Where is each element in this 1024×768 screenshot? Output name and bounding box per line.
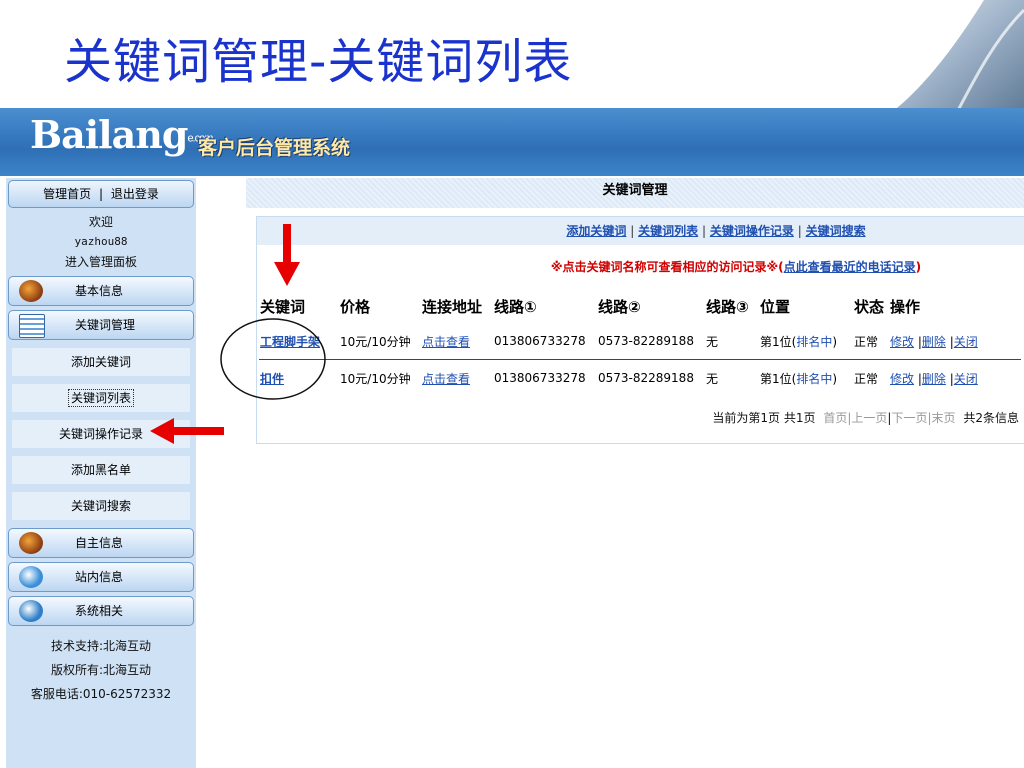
pager-last[interactable]: 末页: [932, 411, 956, 425]
enter-panel-link[interactable]: 进入管理面板: [6, 252, 196, 272]
table-row: 工程脚手架 10元/10分钟 点击查看 013806733278 0573-82…: [259, 323, 1021, 360]
pager-next[interactable]: 下一页: [891, 411, 927, 425]
col-keyword: 关键词: [260, 297, 306, 316]
col-line1: 线路①: [494, 297, 537, 316]
edit-link[interactable]: 修改: [890, 372, 914, 386]
col-line3: 线路③: [706, 297, 749, 316]
table-header-row: 关键词 价格 连接地址 线路① 线路② 线路③ 位置 状态 操作: [259, 289, 1021, 323]
close-link[interactable]: 关闭: [954, 335, 978, 349]
close-link[interactable]: 关闭: [954, 372, 978, 386]
pager-prev[interactable]: 上一页: [851, 411, 887, 425]
line1-cell: 013806733278: [494, 371, 586, 385]
keyword-search-link[interactable]: 关键词搜索: [806, 224, 866, 238]
slide-title: 关键词管理-关键词列表: [64, 34, 573, 90]
sidebar-item-keyword-list[interactable]: 关键词列表: [12, 384, 190, 412]
sidebar-section-system[interactable]: 系统相关: [8, 596, 194, 626]
col-line2: 线路②: [598, 297, 641, 316]
sidebar-item-add-keyword[interactable]: 添加关键词: [12, 348, 190, 376]
self-info-icon: [19, 532, 43, 554]
sidebar: 管理首页 | 退出登录 欢迎 yazhou88 进入管理面板 基本信息 关键词管…: [6, 178, 196, 768]
keyword-list-link[interactable]: 关键词列表: [638, 224, 698, 238]
basic-info-icon: [19, 280, 43, 302]
status-cell: 正常: [854, 371, 879, 386]
home-link[interactable]: 管理首页: [43, 187, 91, 201]
position-cell: 第1位(排名中): [760, 371, 838, 386]
keyword-log-link[interactable]: 关键词操作记录: [710, 224, 794, 238]
content-header-title: 关键词管理: [246, 178, 1024, 208]
line2-cell: 0573-82289188: [597, 323, 705, 360]
edit-link[interactable]: 修改: [890, 335, 914, 349]
pager-total: 共2条信息: [963, 411, 1019, 425]
phone-records-link[interactable]: 点此查看最近的电话记录: [784, 260, 916, 274]
keyword-table: 关键词 价格 连接地址 线路① 线路② 线路③ 位置 状态 操作 工程脚手架 1…: [259, 289, 1021, 396]
system-icon: [19, 600, 43, 622]
price-cell: 10元/10分钟: [340, 371, 411, 386]
table-row: 扣件 10元/10分钟 点击查看 013806733278 0573-82289…: [259, 360, 1021, 397]
phone-text: 客服电话:010-62572332: [30, 687, 172, 701]
col-status: 状态: [854, 297, 885, 316]
col-position: 位置: [760, 297, 791, 316]
sidebar-section-keyword-mgmt[interactable]: 关键词管理: [8, 310, 194, 340]
col-actions: 操作: [890, 297, 921, 316]
sidebar-item-keyword-search[interactable]: 关键词搜索: [12, 492, 190, 520]
delete-link[interactable]: 删除: [922, 372, 946, 386]
bailange-logo: Bailange.com: [30, 112, 213, 157]
site-info-icon: [19, 566, 43, 588]
support-text: 技术支持:北海互动: [50, 639, 152, 653]
welcome-text: 欢迎: [88, 215, 113, 229]
status-cell: 正常: [853, 323, 889, 360]
logout-link[interactable]: 退出登录: [111, 187, 159, 201]
add-keyword-link[interactable]: 添加关键词: [566, 224, 626, 238]
notice-row: ※点击关键词名称可查看相应的访问记录※(点此查看最近的电话记录): [550, 260, 922, 274]
view-url-link[interactable]: 点击查看: [422, 335, 470, 349]
keyword-links-row: 添加关键词 | 关键词列表 | 关键词操作记录 | 关键词搜索: [257, 217, 1024, 245]
actions-cell: 修改 |删除 |关闭: [890, 371, 978, 386]
sidebar-section-site-info[interactable]: 站内信息: [8, 562, 194, 592]
delete-link[interactable]: 删除: [922, 335, 946, 349]
copyright-text: 版权所有:北海互动: [50, 663, 152, 677]
decorative-swoosh: [884, 0, 1024, 118]
app-name: 客户后台管理系统: [198, 137, 351, 159]
col-url: 连接地址: [422, 297, 483, 316]
col-price: 价格: [340, 297, 371, 316]
sidebar-item-keyword-log[interactable]: 关键词操作记录: [12, 420, 190, 448]
pager-first[interactable]: 首页: [823, 411, 847, 425]
sidebar-section-self-info[interactable]: 自主信息: [8, 528, 194, 558]
keyword-link[interactable]: 工程脚手架: [260, 335, 320, 349]
sidebar-section-basic-info[interactable]: 基本信息: [8, 276, 194, 306]
line1-cell: 013806733278: [493, 323, 597, 360]
position-cell: 第1位(排名中): [759, 323, 853, 360]
actions-cell: 修改 |删除 |关闭: [889, 323, 1021, 360]
line3-cell: 无: [706, 371, 719, 386]
view-url-link[interactable]: 点击查看: [422, 372, 470, 386]
keyword-link[interactable]: 扣件: [260, 372, 284, 386]
pager-current: 当前为第1页 共1页: [712, 411, 816, 425]
sidebar-top-nav: 管理首页 | 退出登录: [8, 180, 194, 208]
keyword-list-panel: 添加关键词 | 关键词列表 | 关键词操作记录 | 关键词搜索 ※点击关键词名称…: [256, 216, 1024, 444]
line2-cell: 0573-82289188: [598, 371, 694, 385]
pager: 当前为第1页 共1页 首页|上一页|下一页|末页 共2条信息: [712, 411, 1019, 425]
line3-cell: 无: [705, 323, 759, 360]
top-nav-separator: |: [98, 187, 104, 201]
username: yazhou88: [74, 235, 128, 248]
price-cell: 10元/10分钟: [339, 323, 421, 360]
sidebar-item-add-blacklist[interactable]: 添加黑名单: [12, 456, 190, 484]
calendar-icon: [19, 314, 45, 338]
